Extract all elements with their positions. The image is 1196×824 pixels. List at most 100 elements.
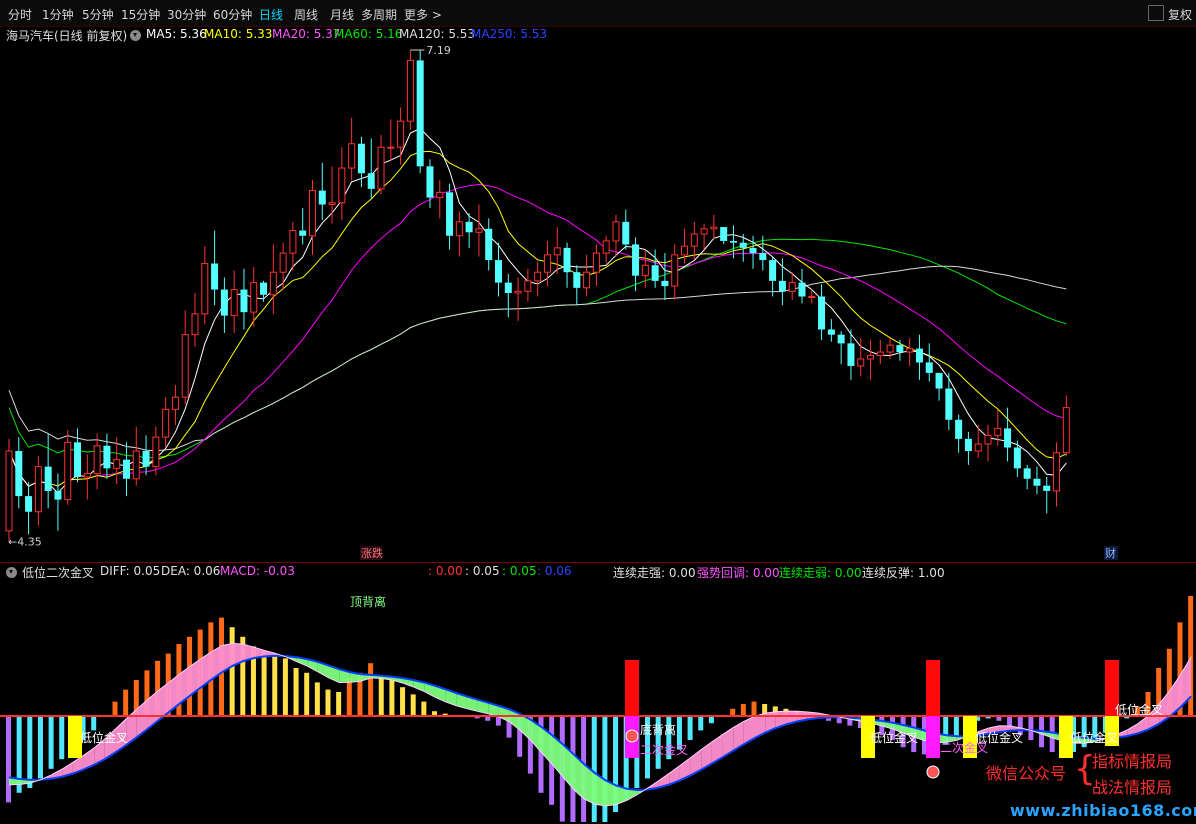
candle-body <box>1062 407 1070 454</box>
candle-body <box>524 280 532 292</box>
candle-body <box>788 282 796 292</box>
tab-10[interactable]: 更多 > <box>404 6 442 23</box>
macd-bar <box>27 716 33 788</box>
candle-body <box>1053 452 1061 492</box>
macd-bar <box>59 716 65 760</box>
macd-bar <box>112 701 118 716</box>
tab-3[interactable]: 15分钟 <box>121 6 160 23</box>
dea-value: DEA: 0.06 <box>161 564 221 578</box>
candle-body <box>876 351 884 357</box>
bottom-divergence-label: 底背离 <box>640 722 676 737</box>
candle-body <box>240 289 248 313</box>
candle-body <box>583 271 591 289</box>
pullback-value: 强势回调: 0.00 <box>697 566 780 580</box>
candle-body <box>994 427 1002 436</box>
candle-body <box>387 146 395 149</box>
candle-body <box>338 167 346 204</box>
macd-bar <box>1028 716 1034 740</box>
candle-body <box>377 146 385 190</box>
candle-body <box>543 254 551 273</box>
tab-7[interactable]: 周线 <box>294 6 318 23</box>
candle-body <box>44 466 52 491</box>
adjust-button[interactable]: 复权 <box>1168 6 1192 23</box>
candle-body <box>465 221 473 233</box>
candle-body <box>700 228 708 235</box>
macd-bar <box>368 663 374 716</box>
macd-bar <box>336 692 342 716</box>
macd-bar <box>123 689 129 716</box>
candle-body <box>162 408 170 438</box>
macd-bar <box>698 716 704 731</box>
period-tabbar: 分时 1分钟 5分钟 15分钟 30分钟 60分钟 日线 周线 月线 多周期 更多 > <box>0 0 1196 27</box>
indicator-title: 低位二次金叉 <box>22 566 95 580</box>
macd-bar <box>304 672 310 716</box>
tab-4[interactable]: 30分钟 <box>167 6 206 23</box>
macd-value: MACD: -0.03 <box>220 564 295 578</box>
ma5-line <box>8 127 1067 494</box>
signal-dot-icon <box>926 765 940 779</box>
candle-body <box>475 228 483 233</box>
candle-body <box>729 240 737 243</box>
macd-bar <box>325 689 331 716</box>
tab-2[interactable]: 5分钟 <box>82 6 114 23</box>
second-cross-label: 二次金叉 <box>940 740 988 755</box>
candle-body <box>769 260 777 281</box>
candle-body <box>632 244 640 276</box>
candle-body <box>171 396 179 410</box>
macd-bar <box>378 675 384 716</box>
candle-body <box>808 296 816 298</box>
candle-body <box>671 254 679 287</box>
tab-1[interactable]: 1分钟 <box>42 6 74 23</box>
macd-bar <box>314 682 320 716</box>
candlestick-chart: 7.19 ←4.35 涨跌 财 <box>0 44 1196 560</box>
tab-8[interactable]: 月线 <box>330 6 354 23</box>
candle-body <box>681 245 689 256</box>
tab-0[interactable]: 分时 <box>8 6 32 23</box>
candle-body <box>220 289 228 316</box>
tab-9[interactable]: 多周期 <box>361 6 397 23</box>
candle-body <box>15 450 23 497</box>
tab-6[interactable]: 日线 <box>259 6 283 23</box>
candle-body <box>749 247 757 254</box>
ma20-line <box>8 183 1067 487</box>
watermark-name-1: 指标情报局 <box>1092 752 1173 771</box>
second-cross-label: 二次金叉 <box>640 742 688 757</box>
macd-bar <box>37 716 43 779</box>
candle-body <box>739 242 747 248</box>
candle-body <box>328 202 336 205</box>
panel-divider <box>0 562 1196 563</box>
candle-body <box>201 263 209 315</box>
low-cross-label: 低位金叉 <box>80 730 128 745</box>
macd-chart: 顶背离低位金叉 低位金叉 低位金叉 低位金叉低位金叉底背离二次金叉 二次金叉 <box>0 594 1196 822</box>
candle-body <box>896 345 904 353</box>
watermark-name-2: 战法情报局 <box>1092 778 1173 797</box>
candle-body <box>113 459 121 469</box>
macd-bar <box>346 677 352 716</box>
candle-body <box>847 343 855 366</box>
macd-bar <box>282 658 288 716</box>
macd-bar <box>730 708 736 716</box>
candle-body <box>74 442 82 478</box>
macd-bar <box>708 716 714 724</box>
candle-body <box>308 190 316 237</box>
candle-body <box>250 282 258 313</box>
candle-body <box>690 233 698 247</box>
candle-body <box>269 271 277 296</box>
candle-body <box>563 247 571 273</box>
candle-body <box>289 230 297 254</box>
candle-body <box>612 221 620 242</box>
dropdown-icon[interactable] <box>6 567 17 578</box>
candle-body <box>54 490 62 500</box>
candle-body <box>504 282 512 294</box>
candle-body <box>1013 447 1021 469</box>
candle-body <box>710 226 718 230</box>
candle-body <box>1033 478 1041 486</box>
candle-body <box>1004 428 1012 448</box>
candle-body <box>152 436 160 468</box>
tab-5[interactable]: 60分钟 <box>213 6 252 23</box>
candle-body <box>915 348 923 363</box>
candle-body <box>720 227 728 241</box>
candle-body <box>83 473 91 478</box>
candle-body <box>132 450 140 480</box>
panel-box-icon[interactable] <box>1148 5 1164 21</box>
